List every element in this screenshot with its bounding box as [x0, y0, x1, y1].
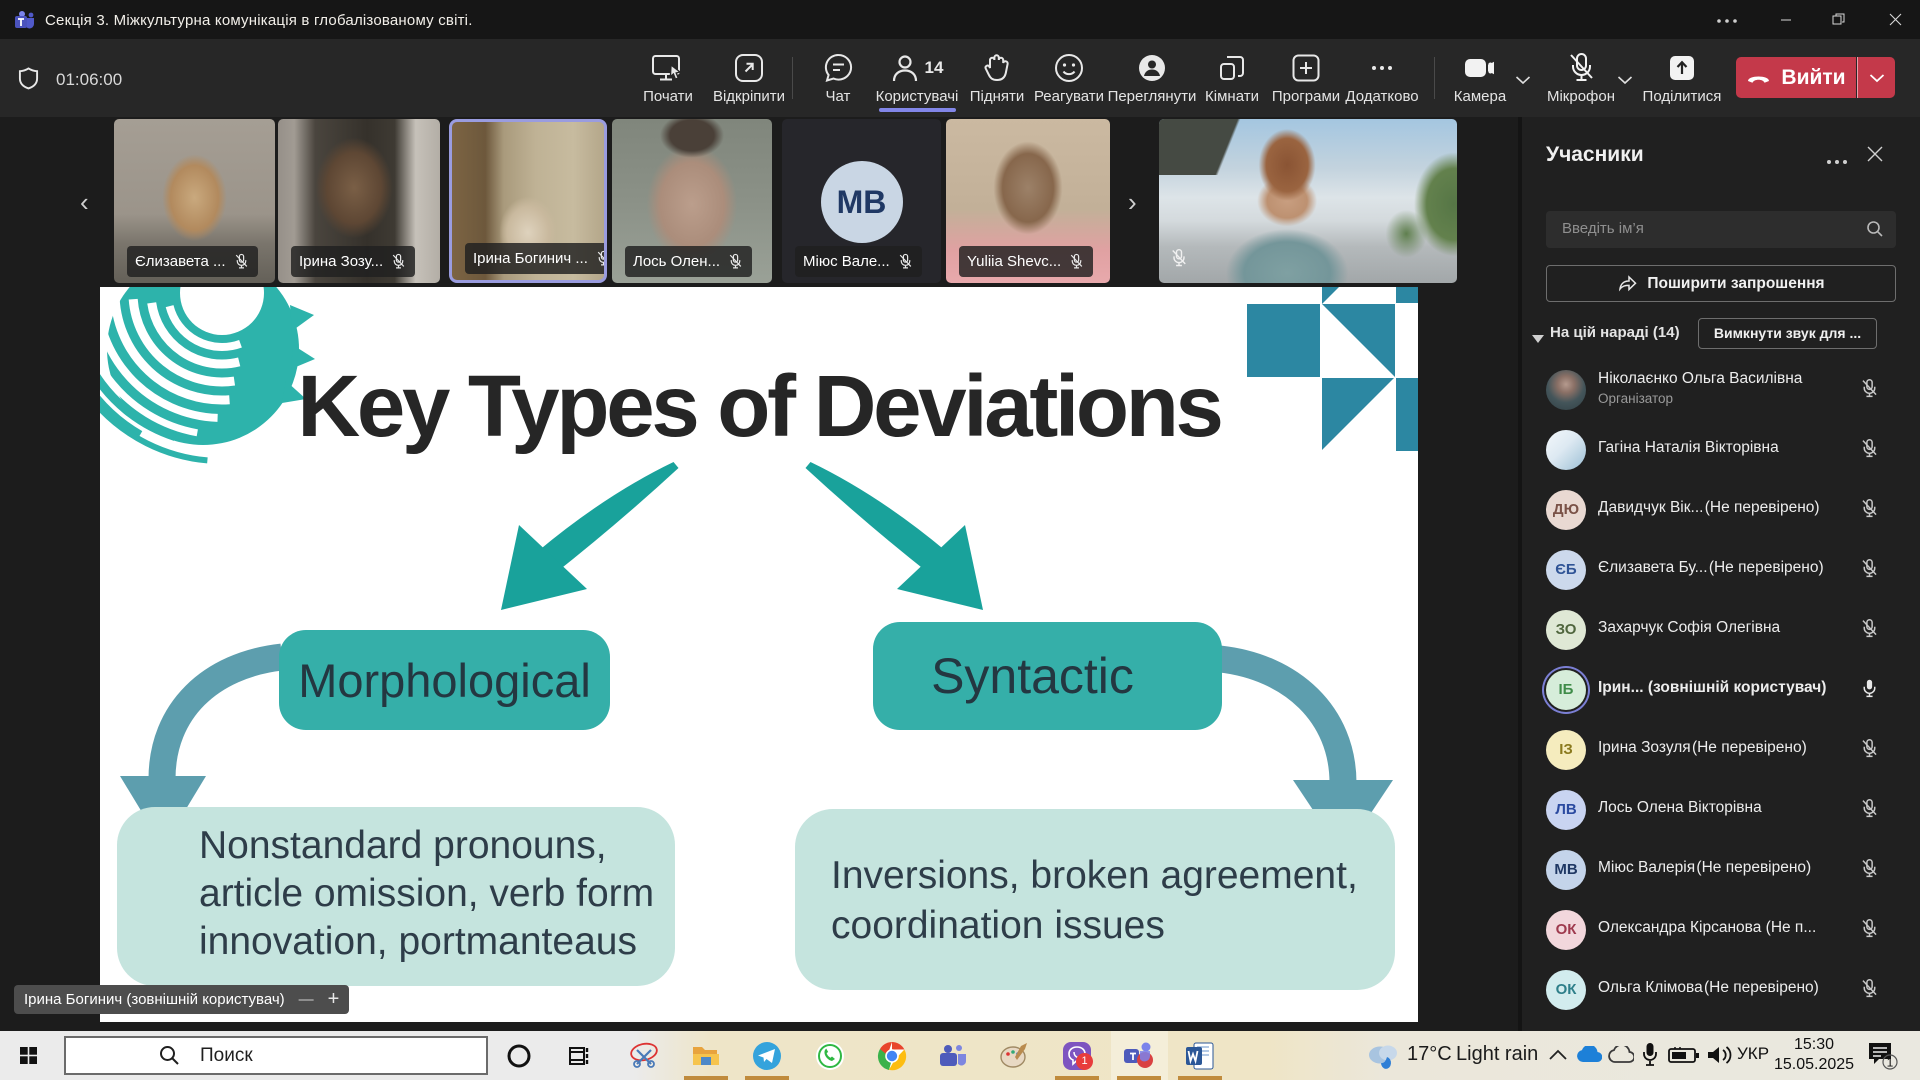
svg-text:1: 1 — [1887, 1056, 1894, 1070]
